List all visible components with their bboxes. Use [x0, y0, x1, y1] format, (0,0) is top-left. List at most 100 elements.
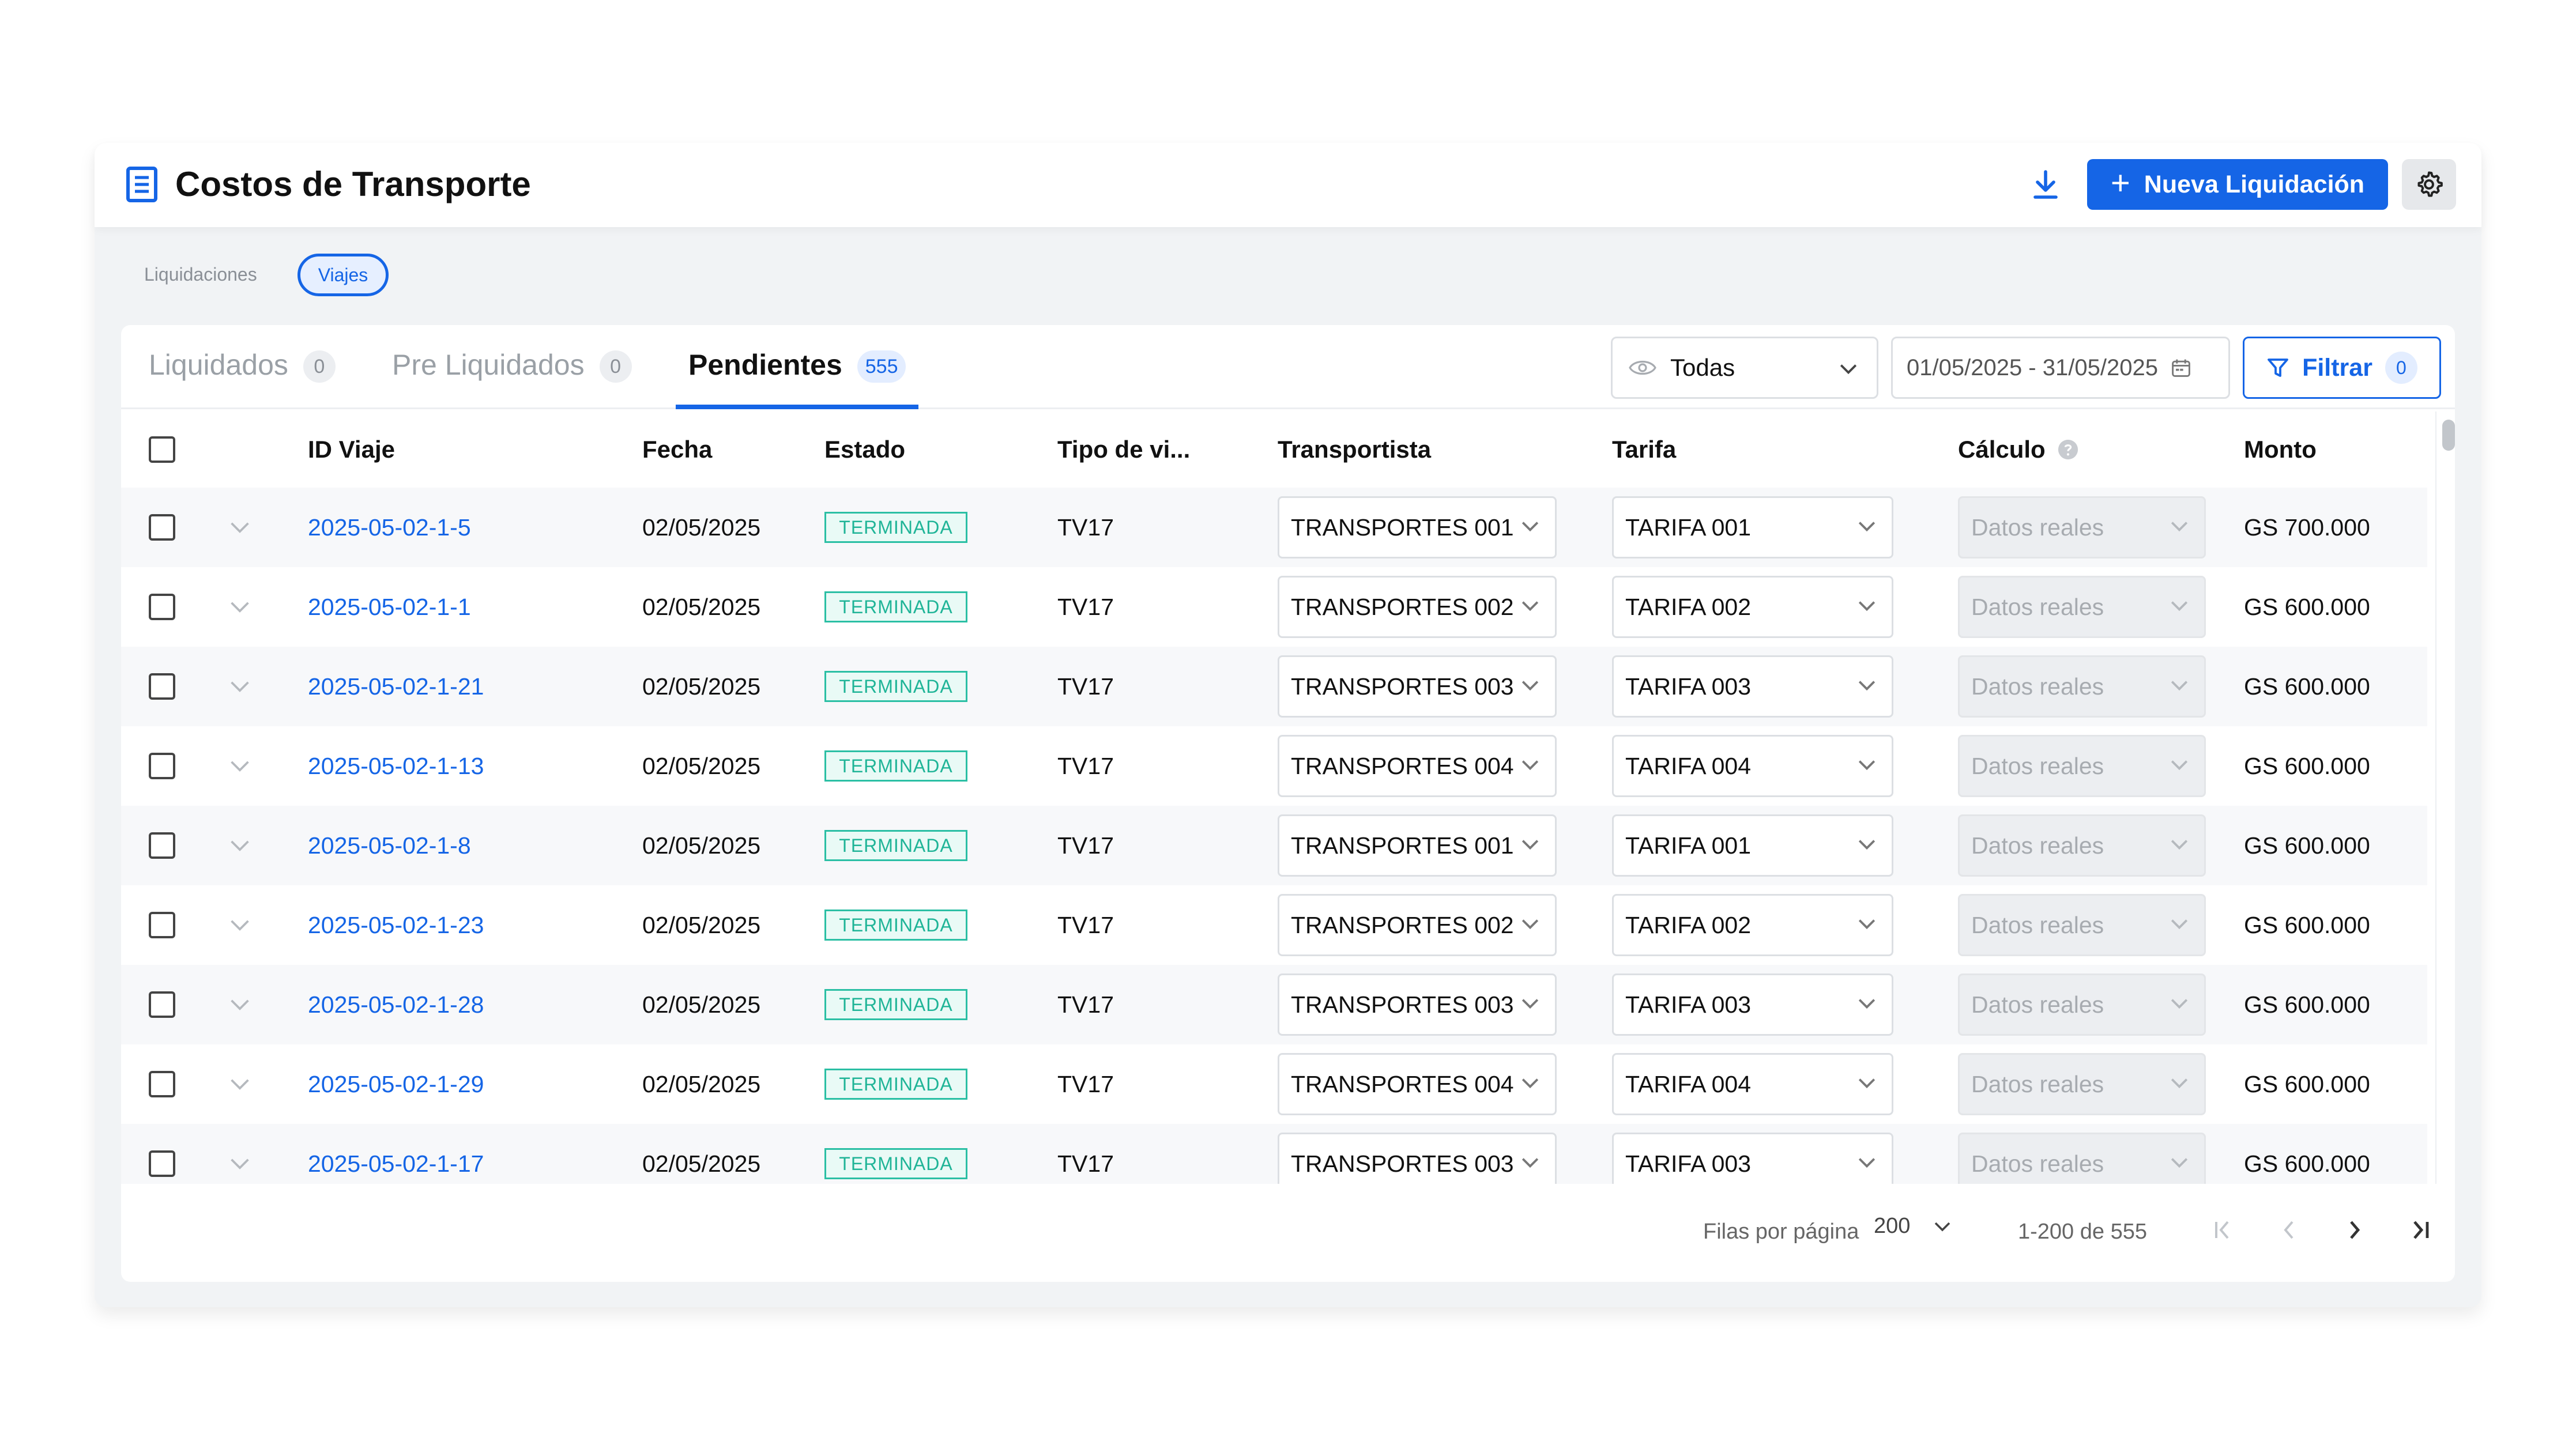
calculation-select: Datos reales [1958, 496, 2206, 558]
chevron-down-icon [1858, 1078, 1875, 1089]
eye-icon [1629, 360, 1656, 375]
carrier-select[interactable]: TRANSPORTES 001 [1278, 496, 1557, 558]
first-page-icon [2215, 1221, 2229, 1239]
chevron-down-icon [2171, 919, 2188, 930]
row-checkbox[interactable] [149, 991, 175, 1018]
trip-id-link[interactable]: 2025-05-02-1-1 [308, 567, 471, 647]
rate-select[interactable]: TARIFA 003 [1612, 655, 1893, 718]
column-header-monto[interactable]: Monto [2244, 412, 2317, 488]
visibility-select[interactable]: Todas [1611, 337, 1878, 399]
trip-id-link[interactable]: 2025-05-02-1-17 [308, 1124, 484, 1184]
chevron-down-icon [1522, 919, 1539, 930]
column-header-transportista[interactable]: Transportista [1278, 412, 1431, 488]
chevron-down-icon [1858, 1158, 1875, 1168]
tab-liquidados[interactable]: Liquidados 0 [149, 348, 336, 409]
expand-row-chevron-icon[interactable] [228, 1077, 251, 1091]
chevron-down-icon [2171, 760, 2188, 771]
rate-select[interactable]: TARIFA 002 [1612, 576, 1893, 638]
column-header-tipo[interactable]: Tipo de vi... [1057, 412, 1190, 488]
settings-button[interactable] [2402, 159, 2456, 210]
column-header-fecha[interactable]: Fecha [642, 412, 712, 488]
carrier-value: TRANSPORTES 002 [1291, 593, 1514, 620]
tab-pre-liquidados[interactable]: Pre Liquidados 0 [392, 348, 632, 409]
row-checkbox[interactable] [149, 514, 175, 541]
trip-id-link[interactable]: 2025-05-02-1-28 [308, 965, 484, 1044]
new-liquidation-button[interactable]: + Nueva Liquidación [2087, 159, 2388, 210]
carrier-select[interactable]: TRANSPORTES 002 [1278, 576, 1557, 638]
status-badge: TERMINADA [824, 671, 967, 702]
trip-date: 02/05/2025 [642, 832, 761, 859]
gear-icon [2417, 171, 2443, 197]
next-page-button[interactable] [2337, 1213, 2372, 1247]
carrier-select[interactable]: TRANSPORTES 003 [1278, 1133, 1557, 1184]
row-checkbox[interactable] [149, 832, 175, 859]
filter-count-badge: 0 [2385, 352, 2417, 384]
rate-select[interactable]: TARIFA 004 [1612, 735, 1893, 797]
scrollbar-thumb[interactable] [2442, 420, 2455, 451]
status-badge: TERMINADA [824, 1148, 967, 1179]
chevron-down-icon [1858, 840, 1875, 850]
expand-row-chevron-icon[interactable] [228, 680, 251, 693]
rate-select[interactable]: TARIFA 003 [1612, 1133, 1893, 1184]
expand-row-chevron-icon[interactable] [228, 1157, 251, 1171]
tab-count-badge: 0 [599, 350, 632, 383]
row-checkbox[interactable] [149, 1071, 175, 1097]
subnav-liquidaciones[interactable]: Liquidaciones [144, 264, 257, 285]
rate-select[interactable]: TARIFA 004 [1612, 1053, 1893, 1115]
column-header-calculo[interactable]: Cálculo [1958, 412, 2079, 488]
trip-id-link[interactable]: 2025-05-02-1-29 [308, 1044, 484, 1124]
expand-row-chevron-icon[interactable] [228, 998, 251, 1012]
row-checkbox[interactable] [149, 594, 175, 620]
calculation-select: Datos reales [1958, 655, 2206, 718]
row-checkbox[interactable] [149, 912, 175, 938]
rate-select[interactable]: TARIFA 001 [1612, 496, 1893, 558]
row-checkbox[interactable] [149, 753, 175, 779]
tab-count-badge: 0 [303, 350, 336, 383]
carrier-select[interactable]: TRANSPORTES 004 [1278, 1053, 1557, 1115]
status-badge: TERMINADA [824, 989, 967, 1020]
carrier-value: TRANSPORTES 002 [1291, 911, 1514, 938]
column-header-id-viaje[interactable]: ID Viaje [308, 412, 395, 488]
last-page-button[interactable] [2403, 1213, 2438, 1247]
help-icon[interactable] [2057, 439, 2079, 461]
trip-id-link[interactable]: 2025-05-02-1-5 [308, 488, 471, 567]
expand-row-chevron-icon[interactable] [228, 600, 251, 614]
trip-id-link[interactable]: 2025-05-02-1-13 [308, 726, 484, 806]
rate-select[interactable]: TARIFA 003 [1612, 973, 1893, 1036]
carrier-select[interactable]: TRANSPORTES 001 [1278, 814, 1557, 877]
expand-row-chevron-icon[interactable] [228, 839, 251, 852]
table-body: 2025-05-02-1-5 02/05/2025 TERMINADA TV17 TRA… [121, 488, 2427, 1184]
filter-button[interactable]: Filtrar 0 [2243, 337, 2441, 399]
chevron-right-icon [2350, 1221, 2360, 1239]
row-checkbox[interactable] [149, 673, 175, 700]
carrier-select[interactable]: TRANSPORTES 002 [1278, 894, 1557, 956]
column-header-estado[interactable]: Estado [824, 412, 905, 488]
subnav-viajes[interactable]: Viajes [297, 254, 389, 296]
trip-id-link[interactable]: 2025-05-02-1-23 [308, 885, 484, 965]
trip-id-link[interactable]: 2025-05-02-1-21 [308, 647, 484, 726]
expand-row-chevron-icon[interactable] [228, 918, 251, 932]
select-all-checkbox[interactable] [149, 436, 175, 463]
carrier-select[interactable]: TRANSPORTES 004 [1278, 735, 1557, 797]
download-icon[interactable] [2028, 167, 2063, 202]
tab-pendientes[interactable]: Pendientes 555 [676, 348, 919, 409]
row-checkbox[interactable] [149, 1150, 175, 1177]
expand-row-chevron-icon[interactable] [228, 520, 251, 534]
trip-id-link[interactable]: 2025-05-02-1-8 [308, 806, 471, 885]
date-range-picker[interactable]: 01/05/2025 - 31/05/2025 [1891, 337, 2230, 399]
scrollbar-track[interactable] [2435, 412, 2455, 1184]
carrier-select[interactable]: TRANSPORTES 003 [1278, 655, 1557, 718]
column-header-tarifa[interactable]: Tarifa [1612, 412, 1676, 488]
rate-select[interactable]: TARIFA 001 [1612, 814, 1893, 877]
rate-select[interactable]: TARIFA 002 [1612, 894, 1893, 956]
trip-amount: GS 600.000 [2244, 832, 2370, 859]
expand-row-chevron-icon[interactable] [228, 759, 251, 773]
rows-per-page-label: Filas por página [1703, 1220, 1859, 1244]
rows-per-page-select[interactable]: 200 [1874, 1214, 1952, 1239]
carrier-select[interactable]: TRANSPORTES 003 [1278, 973, 1557, 1036]
first-page-button[interactable] [2206, 1213, 2240, 1247]
trip-amount: GS 600.000 [2244, 1070, 2370, 1097]
previous-page-button[interactable] [2272, 1213, 2306, 1247]
trip-date: 02/05/2025 [642, 593, 761, 620]
carrier-value: TRANSPORTES 003 [1291, 1150, 1514, 1177]
